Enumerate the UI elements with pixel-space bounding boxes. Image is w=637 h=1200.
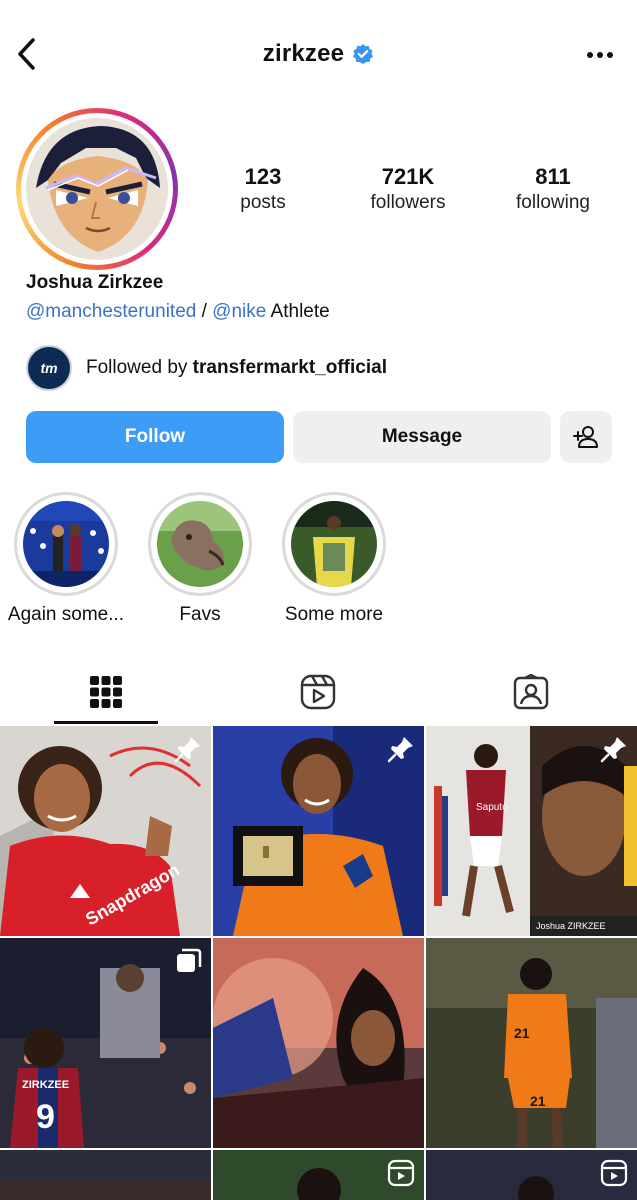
svg-text:21: 21 <box>514 1025 530 1041</box>
highlight-cover-image <box>23 501 109 587</box>
add-person-icon <box>573 426 598 448</box>
followed-by-prefix: Followed by <box>86 357 193 378</box>
highlight-label: Again some... <box>7 604 125 625</box>
pin-icon <box>387 737 413 763</box>
highlight-cover-image <box>157 501 243 587</box>
tagged-icon <box>513 674 549 710</box>
highlight-label: Some more <box>284 604 384 625</box>
highlight-item[interactable]: Again some... <box>8 492 124 626</box>
avatar-anime-portrait-image <box>26 118 168 260</box>
post-thumbnail[interactable]: Snapdragon <box>0 726 211 936</box>
posts-stat[interactable]: 123 posts <box>198 164 328 216</box>
highlight-cover-image <box>291 501 377 587</box>
followers-label: followers <box>370 192 446 213</box>
post-thumbnail[interactable]: Saputo Joshua ZIRKZEE <box>426 726 637 936</box>
post-image <box>0 1150 211 1200</box>
followed-by-text: Followed by transfermarkt_official <box>86 357 387 379</box>
post-thumbnail[interactable] <box>0 1150 211 1200</box>
post-thumbnail[interactable] <box>426 1150 637 1200</box>
followed-by-account: transfermarkt_official <box>192 357 387 378</box>
follow-button[interactable]: Follow <box>26 411 284 463</box>
more-options-button[interactable] <box>583 40 617 70</box>
highlight-item[interactable]: Favs <box>144 492 256 626</box>
reel-icon <box>600 1159 628 1187</box>
post-image: 21 21 <box>426 938 637 1148</box>
followers-stat[interactable]: 721K followers <box>343 164 473 216</box>
multiple-posts-icon <box>177 948 202 972</box>
posts-grid: Snapdragon Saputo Joshua ZIRKZEE ZIRKZEE… <box>0 726 637 1200</box>
post-thumbnail[interactable] <box>213 1150 424 1200</box>
profile-tabs <box>0 660 637 724</box>
header: zirkzee <box>0 0 637 110</box>
post-thumbnail[interactable]: 21 21 <box>426 938 637 1148</box>
followers-count: 721K <box>381 164 435 189</box>
avatar <box>26 118 168 260</box>
highlight-item[interactable]: Some more <box>278 492 390 626</box>
followed-by-row[interactable]: tm Followed by transfermarkt_official <box>26 345 387 391</box>
posts-label: posts <box>240 192 286 213</box>
tab-tagged[interactable] <box>425 660 637 724</box>
suggest-users-button[interactable] <box>560 411 612 463</box>
svg-text:Saputo: Saputo <box>476 802 508 813</box>
reels-icon <box>301 674 336 710</box>
verified-badge-icon <box>353 44 374 64</box>
svg-text:21: 21 <box>530 1093 546 1109</box>
svg-text:Joshua ZIRKZEE: Joshua ZIRKZEE <box>536 921 606 931</box>
transfermarkt-avatar: tm <box>26 345 72 391</box>
tab-posts-grid[interactable] <box>0 660 212 724</box>
message-button[interactable]: Message <box>293 411 551 463</box>
post-thumbnail[interactable] <box>213 938 424 1148</box>
svg-text:ZIRKZEE: ZIRKZEE <box>22 1079 69 1091</box>
story-highlights: Again some... Favs Some more <box>8 492 390 626</box>
post-thumbnail[interactable]: ZIRKZEE 9 <box>0 938 211 1148</box>
posts-count: 123 <box>244 164 282 189</box>
reel-icon <box>387 1159 415 1187</box>
pin-icon <box>174 737 200 763</box>
bio-link-nike[interactable]: @nike <box>212 301 266 322</box>
grid-icon <box>90 676 123 708</box>
post-image <box>213 938 424 1148</box>
title-wrap: zirkzee <box>0 40 637 68</box>
more-horizontal-icon <box>587 52 613 58</box>
tab-reels[interactable] <box>212 660 424 724</box>
profile-bio: @manchesterunited / @nike Athlete <box>26 300 330 324</box>
profile-avatar-story-ring[interactable] <box>16 108 178 270</box>
profile-username-title: zirkzee <box>262 40 345 67</box>
highlight-label: Favs <box>179 604 221 625</box>
profile-display-name: Joshua Zirkzee <box>26 272 164 293</box>
post-thumbnail[interactable] <box>213 726 424 936</box>
following-stat[interactable]: 811 following <box>488 164 618 216</box>
pin-icon <box>600 737 626 763</box>
profile-actions: Follow Message <box>26 411 612 463</box>
following-label: following <box>516 192 590 213</box>
svg-text:9: 9 <box>36 1098 55 1136</box>
bio-separator: / <box>196 301 213 322</box>
profile-stats: 123 posts 721K followers 811 following <box>198 164 618 216</box>
following-count: 811 <box>535 164 571 189</box>
bio-suffix: Athlete <box>266 301 330 322</box>
bio-link-manchesterunited[interactable]: @manchesterunited <box>26 301 196 322</box>
